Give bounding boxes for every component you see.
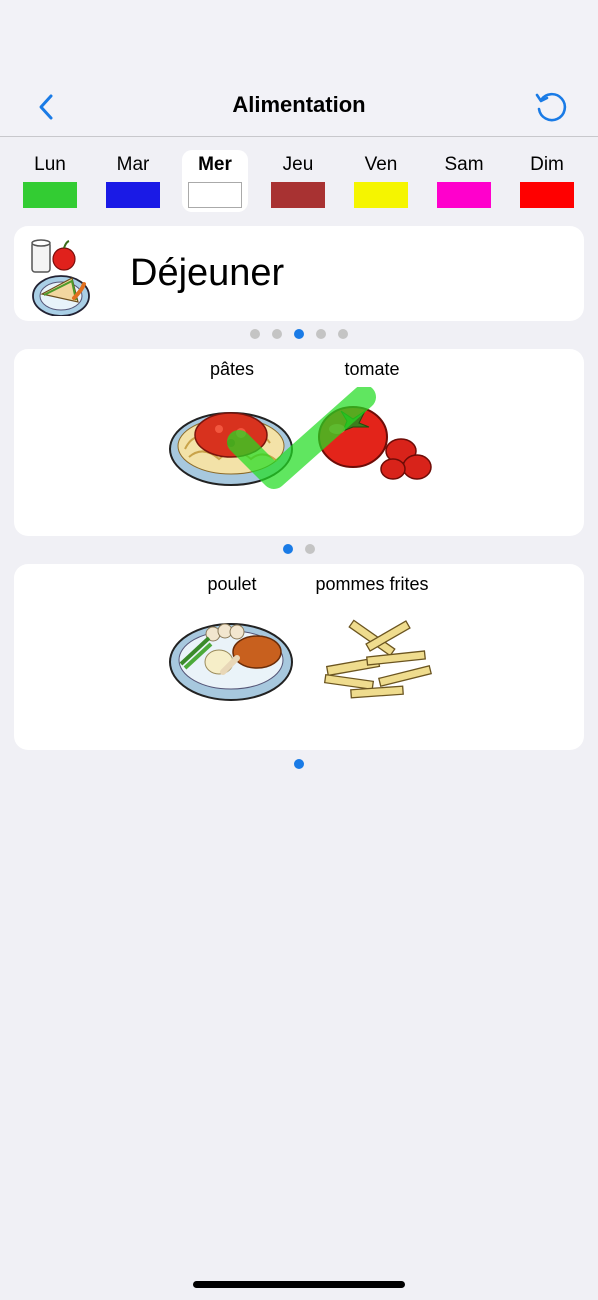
day-color-swatch [520,182,574,208]
nav-bar: Alimentation [0,0,598,137]
refresh-icon[interactable] [532,88,570,126]
day-ven[interactable]: Ven [348,150,414,212]
page-dot-active [294,759,304,769]
day-color-swatch [188,182,242,208]
day-dim[interactable]: Dim [514,150,580,212]
day-sam[interactable]: Sam [431,150,497,212]
page-dot [272,329,282,339]
day-label: Dim [530,154,564,175]
page-dot [316,329,326,339]
day-selector: Lun Mar Mer Jeu Ven Sam Dim [0,146,598,214]
food-item-pommes-frites[interactable]: pommes frites [307,574,437,704]
day-color-swatch [354,182,408,208]
day-mar[interactable]: Mar [100,150,166,212]
food-page-indicator[interactable] [0,544,598,556]
day-jeu[interactable]: Jeu [265,150,331,212]
chicken-plate-icon [169,623,293,701]
day-label: Mar [116,154,150,175]
meal-name: Déjeuner [130,252,285,294]
page-dot [338,329,348,339]
meal-page-indicator[interactable] [0,329,598,341]
day-color-swatch [271,182,325,208]
day-label: Lun [34,154,66,175]
day-label: Ven [364,154,398,175]
food-card[interactable]: poulet pommes frites [14,564,584,750]
page-dot-active [283,544,293,554]
day-mer[interactable]: Mer [182,150,248,212]
day-lun[interactable]: Lun [17,150,83,212]
day-color-swatch [106,182,160,208]
day-color-swatch [437,182,491,208]
page-dot [305,544,315,554]
meal-card[interactable]: Déjeuner [14,226,584,321]
french-fries-icon [323,619,432,699]
day-label: Jeu [282,154,314,175]
food-label: poulet [207,574,257,594]
day-color-swatch [23,182,77,208]
home-indicator[interactable] [193,1281,405,1288]
food-label: tomate [344,359,400,379]
food-item-poulet[interactable]: poulet [167,574,297,704]
checkmark-icon [227,387,376,489]
food-card[interactable]: pâtes tomate [14,349,584,536]
food-page-indicator[interactable] [0,759,598,771]
day-label: Sam [444,154,484,175]
page-dot-active [294,329,304,339]
day-label: Mer [198,154,232,175]
lunch-icon [31,239,90,316]
food-label: pommes frites [315,574,429,594]
page-title: Alimentation [232,92,366,117]
page-dot [250,329,260,339]
food-label: pâtes [209,359,255,379]
